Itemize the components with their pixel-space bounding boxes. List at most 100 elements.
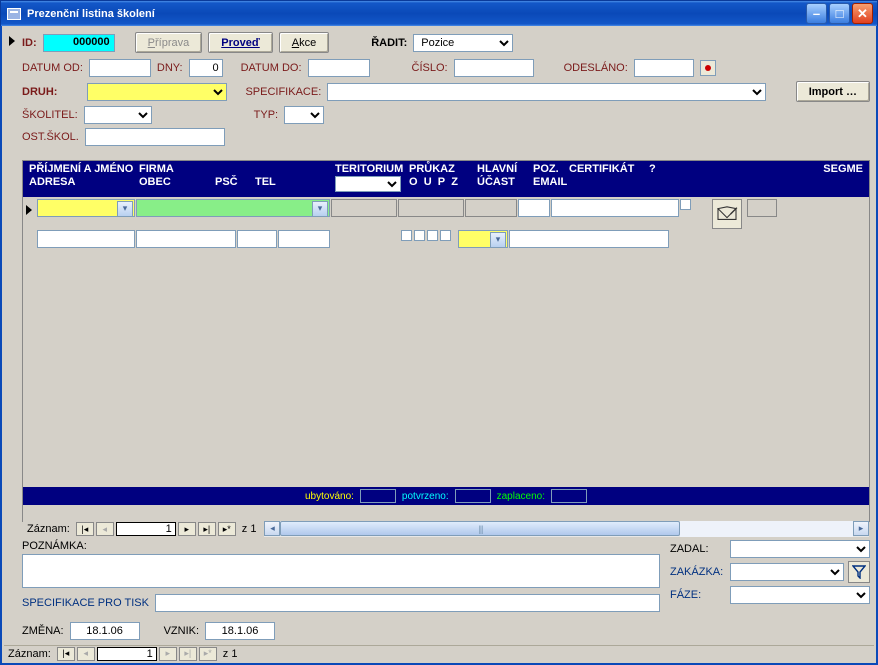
hdr-hlavni: HLAVNÍ (477, 163, 533, 175)
nav-new-sub[interactable]: ▸* (218, 522, 236, 536)
nav-prev-main[interactable]: ◂ (77, 647, 95, 661)
hscroll-left[interactable]: ◂ (264, 521, 280, 536)
zadal-select[interactable] (730, 540, 870, 558)
nav-prev-sub[interactable]: ◂ (96, 522, 114, 536)
cell-psc[interactable] (237, 230, 277, 248)
vznik-label: VZNIK: (164, 625, 199, 637)
cell-teritorium[interactable] (331, 199, 397, 217)
hdr-firma: FIRMA (139, 163, 215, 175)
nav-new-main[interactable]: ▸* (199, 647, 217, 661)
hdr-prukaz: PRŮKAZ (409, 163, 477, 175)
typ-select[interactable] (284, 106, 324, 124)
nav-num-sub[interactable]: 1 (116, 522, 176, 536)
cell-qm-check[interactable] (680, 199, 691, 210)
odeslano-input[interactable] (634, 59, 694, 77)
chk-z[interactable] (440, 230, 451, 241)
window-titlebar: Prezenční listina školení – □ ✕ (0, 0, 878, 26)
poznamka-label: POZNÁMKA: (22, 540, 87, 552)
odeslano-label: ODESLÁNO: (564, 62, 628, 74)
maximize-button[interactable]: □ (829, 3, 850, 24)
druh-label: DRUH: (22, 86, 57, 98)
nav-next-sub[interactable]: ▸ (178, 522, 196, 536)
dny-input[interactable] (189, 59, 223, 77)
specifikace-label: SPECIFIKACE: (245, 86, 321, 98)
radit-select[interactable]: Pozice (413, 34, 513, 52)
faze-select[interactable] (730, 586, 870, 604)
cell-obec[interactable] (136, 230, 236, 248)
vznik-input[interactable] (205, 622, 275, 640)
datum-do-input[interactable] (308, 59, 370, 77)
hscroll-track[interactable] (680, 521, 853, 537)
nav-last-main[interactable]: ▸| (179, 647, 197, 661)
recnav-main: Záznam: |◂ ◂ 1 ▸ ▸| ▸* z 1 (4, 645, 874, 661)
zaplaceno-label: zaplaceno: (497, 491, 545, 502)
odeslano-action-button[interactable] (700, 60, 716, 76)
id-field[interactable]: 000000 (43, 34, 115, 52)
cell-firma[interactable] (136, 199, 330, 217)
skolitel-label: ŠKOLITEL: (22, 109, 78, 121)
record-selector-main[interactable] (6, 30, 20, 633)
hdr-ucast: ÚČAST (477, 176, 533, 188)
cell-certifikat[interactable] (551, 199, 679, 217)
filter-button[interactable] (848, 561, 870, 583)
cell-email[interactable] (509, 230, 669, 248)
nav-next-main[interactable]: ▸ (159, 647, 177, 661)
import-button[interactable]: Import … (796, 81, 870, 102)
zakazka-select[interactable] (730, 563, 844, 581)
hdr-adresa: ADRESA (29, 176, 139, 188)
akce-button[interactable]: Akce (279, 32, 329, 53)
datum-od-label: DATUM OD: (22, 62, 83, 74)
zmena-input[interactable] (70, 622, 140, 640)
skolitel-select[interactable] (84, 106, 152, 124)
cell-hlavni[interactable] (465, 199, 517, 217)
spectisk-input[interactable] (155, 594, 660, 612)
zaplaceno-value (551, 489, 587, 503)
close-button[interactable]: ✕ (852, 3, 873, 24)
hscroll-thumb[interactable] (280, 521, 680, 536)
hdr-segme: SEGME (669, 163, 863, 175)
cell-ucast[interactable] (458, 230, 508, 248)
mail-action-button[interactable] (712, 199, 742, 229)
cell-prijmeni[interactable] (37, 199, 135, 217)
cell-tel[interactable] (278, 230, 330, 248)
hdr-prijmeni: PŘÍJMENÍ A JMÉNO (29, 163, 139, 175)
chk-o[interactable] (401, 230, 412, 241)
zadal-label: ZADAL: (670, 543, 726, 555)
app-icon (7, 8, 21, 20)
nav-last-sub[interactable]: ▸| (198, 522, 216, 536)
nav-first-sub[interactable]: |◂ (76, 522, 94, 536)
hdr-teritorium: TERITORIUM (335, 163, 409, 175)
datum-od-input[interactable] (89, 59, 151, 77)
cell-adresa[interactable] (37, 230, 135, 248)
cell-poz[interactable] (518, 199, 550, 217)
proved-button[interactable]: Proveď (208, 32, 272, 53)
dny-label: DNY: (157, 62, 183, 74)
priprava-button[interactable]: Příprava (135, 32, 203, 53)
hdr-psc: PSČ (215, 176, 255, 188)
grid-footer: ubytováno: potvrzeno: zaplaceno: (23, 487, 869, 505)
id-label: ID: (22, 37, 37, 49)
window-title: Prezenční listina školení (27, 8, 806, 20)
datum-do-label: DATUM DO: (241, 62, 302, 74)
ostskol-input[interactable] (85, 128, 225, 146)
zakazka-label: ZAKÁZKA: (670, 566, 726, 578)
cislo-input[interactable] (454, 59, 534, 77)
radit-label: ŘADIT: (371, 37, 407, 49)
hdr-obec: OBEC (139, 176, 215, 188)
nav-first-main[interactable]: |◂ (57, 647, 75, 661)
druh-select[interactable] (87, 83, 227, 101)
hscroll-right[interactable]: ▸ (853, 521, 869, 536)
nav-of-sub: z 1 (242, 523, 257, 535)
teritorium-filter[interactable] (335, 176, 401, 192)
ubytovano-label: ubytováno: (305, 491, 354, 502)
record-selector-sub[interactable] (23, 197, 37, 521)
specifikace-select[interactable] (327, 83, 765, 101)
poznamka-input[interactable] (22, 554, 660, 588)
spectisk-label: SPECIFIKACE PRO TISK (22, 597, 149, 609)
cell-prukaz[interactable] (398, 199, 464, 217)
minimize-button[interactable]: – (806, 3, 827, 24)
chk-p[interactable] (427, 230, 438, 241)
chk-u[interactable] (414, 230, 425, 241)
cell-segme[interactable] (747, 199, 777, 217)
nav-num-main[interactable]: 1 (97, 647, 157, 661)
